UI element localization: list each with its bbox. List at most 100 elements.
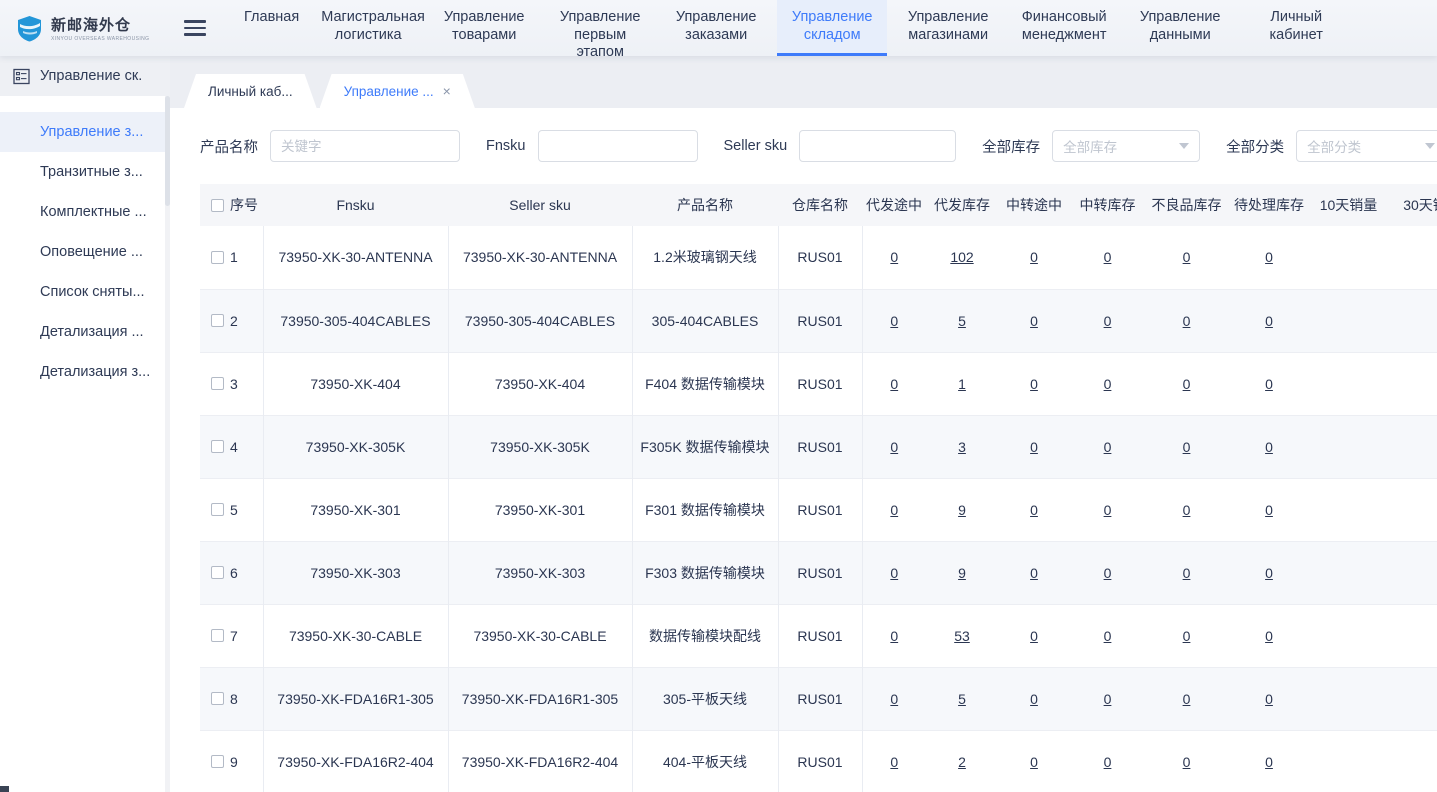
stock-count-link[interactable]: 0 <box>1030 249 1038 265</box>
stock-count-link[interactable]: 0 <box>1104 691 1112 707</box>
stock-count-link[interactable]: 0 <box>890 565 898 581</box>
stock-count-link[interactable]: 0 <box>1104 628 1112 644</box>
stock-count-link[interactable]: 0 <box>1183 313 1191 329</box>
stock-count-link[interactable]: 0 <box>1265 628 1273 644</box>
stock-count-link[interactable]: 0 <box>890 691 898 707</box>
stock-count-link[interactable]: 0 <box>1183 502 1191 518</box>
row-checkbox[interactable] <box>211 251 224 264</box>
row-checkbox[interactable] <box>211 755 224 768</box>
stock-count-link[interactable]: 0 <box>1030 754 1038 770</box>
stock-count-link[interactable]: 0 <box>1030 502 1038 518</box>
stock-count-link[interactable]: 0 <box>1183 628 1191 644</box>
stock-count-link[interactable]: 0 <box>1104 565 1112 581</box>
stock-count-link[interactable]: 0 <box>890 628 898 644</box>
stock-count-link[interactable]: 0 <box>1104 313 1112 329</box>
table-row: 873950-XK-FDA16R1-30573950-XK-FDA16R1-30… <box>200 667 1437 730</box>
stock-count-link[interactable]: 0 <box>1104 754 1112 770</box>
topnav-item[interactable]: Главная <box>236 0 307 56</box>
stock-count-link[interactable]: 0 <box>890 376 898 392</box>
stock-count-link[interactable]: 0 <box>1265 691 1273 707</box>
seller-sku-input[interactable] <box>799 130 956 162</box>
stock-count-link[interactable]: 0 <box>1265 565 1273 581</box>
stock-count-link[interactable]: 0 <box>1265 249 1273 265</box>
stock-count-link[interactable]: 0 <box>1265 754 1273 770</box>
row-checkbox[interactable] <box>211 377 224 390</box>
tab-close-icon[interactable]: × <box>443 83 451 99</box>
topnav-item[interactable]: Магистральная логистика <box>313 0 423 56</box>
sidebar-item[interactable]: Детализация з... <box>0 352 170 392</box>
stock-count-link[interactable]: 0 <box>1104 502 1112 518</box>
stock-count-link[interactable]: 53 <box>954 628 970 644</box>
stock-count-link[interactable]: 0 <box>1030 565 1038 581</box>
topnav-item[interactable]: Управление заказами <box>661 0 771 56</box>
sidebar-item[interactable]: Управление з... <box>0 112 170 152</box>
stock-count-link[interactable]: 0 <box>1030 628 1038 644</box>
stock-count-link[interactable]: 0 <box>1030 691 1038 707</box>
sidebar-scrollbar-thumb[interactable] <box>165 96 170 206</box>
sidebar-section-header[interactable]: Управление ск. <box>0 56 170 96</box>
sidebar-item[interactable]: Список сняты... <box>0 272 170 312</box>
stock-count-link[interactable]: 0 <box>1104 439 1112 455</box>
topnav-item[interactable]: Управление магазинами <box>893 0 1003 56</box>
stock-count-link[interactable]: 0 <box>890 502 898 518</box>
sidebar-item[interactable]: Детализация ... <box>0 312 170 352</box>
sidebar-item[interactable]: Оповещение ... <box>0 232 170 272</box>
row-select-cell: 7 <box>200 628 263 644</box>
row-checkbox[interactable] <box>211 629 224 642</box>
row-checkbox[interactable] <box>211 314 224 327</box>
stock-count-link[interactable]: 5 <box>958 313 966 329</box>
fnsku-input[interactable] <box>538 130 698 162</box>
select-all-checkbox[interactable] <box>211 199 224 212</box>
stock-count-link[interactable]: 0 <box>1030 313 1038 329</box>
sidebar-item[interactable]: Транзитные з... <box>0 152 170 192</box>
product-name-input[interactable] <box>270 130 460 162</box>
category-select[interactable]: 全部分类 <box>1296 130 1437 162</box>
tab[interactable]: Управление ...× <box>320 74 475 108</box>
stock-count-link[interactable]: 1 <box>958 376 966 392</box>
stock-count-link[interactable]: 0 <box>1265 439 1273 455</box>
stock-count-link[interactable]: 0 <box>1265 313 1273 329</box>
cell-stock: 3 <box>926 415 998 478</box>
stock-count-link[interactable]: 0 <box>890 439 898 455</box>
row-checkbox[interactable] <box>211 503 224 516</box>
stock-count-link[interactable]: 0 <box>1030 439 1038 455</box>
topnav-item[interactable]: Личный кабинет <box>1241 0 1351 56</box>
stock-count-link[interactable]: 0 <box>1104 376 1112 392</box>
stock-count-link[interactable]: 5 <box>958 691 966 707</box>
stock-count-link[interactable]: 0 <box>1265 502 1273 518</box>
stock-count-link[interactable]: 0 <box>1183 754 1191 770</box>
sidebar-item[interactable]: Комплектные ... <box>0 192 170 232</box>
stock-count-link[interactable]: 0 <box>1183 249 1191 265</box>
topnav-item[interactable]: Управление первым этапом <box>545 0 655 56</box>
stock-count-link[interactable]: 0 <box>890 313 898 329</box>
stock-count-link[interactable]: 0 <box>1183 691 1191 707</box>
topnav-item[interactable]: Управление складом <box>777 0 887 56</box>
stock-select[interactable]: 全部库存 <box>1052 130 1200 162</box>
stock-count-link[interactable]: 2 <box>958 754 966 770</box>
stock-count-link[interactable]: 0 <box>1183 565 1191 581</box>
stock-count-link[interactable]: 0 <box>1183 376 1191 392</box>
cell-warehouse: RUS01 <box>778 289 862 352</box>
row-checkbox[interactable] <box>211 692 224 705</box>
cell-sales <box>1310 667 1387 730</box>
sidebar-scrollbar[interactable] <box>165 96 170 792</box>
cell-stock: 5 <box>926 289 998 352</box>
row-checkbox[interactable] <box>211 566 224 579</box>
stock-count-link[interactable]: 0 <box>890 249 898 265</box>
row-checkbox[interactable] <box>211 440 224 453</box>
stock-count-link[interactable]: 0 <box>1030 376 1038 392</box>
stock-count-link[interactable]: 9 <box>958 502 966 518</box>
hamburger-icon[interactable] <box>184 20 206 36</box>
stock-count-link[interactable]: 0 <box>1183 439 1191 455</box>
stock-count-link[interactable]: 9 <box>958 565 966 581</box>
stock-count-link[interactable]: 0 <box>1104 249 1112 265</box>
stock-count-link[interactable]: 102 <box>950 249 973 265</box>
stock-count-link[interactable]: 0 <box>890 754 898 770</box>
topnav-item[interactable]: Управление данными <box>1125 0 1235 56</box>
topnav-item[interactable]: Управление товарами <box>429 0 539 56</box>
topnav-item[interactable]: Финансовый менеджмент <box>1009 0 1119 56</box>
tab[interactable]: Личный каб... <box>184 74 317 108</box>
cell-product-name: F404 数据传输模块 <box>632 352 778 415</box>
stock-count-link[interactable]: 3 <box>958 439 966 455</box>
stock-count-link[interactable]: 0 <box>1265 376 1273 392</box>
